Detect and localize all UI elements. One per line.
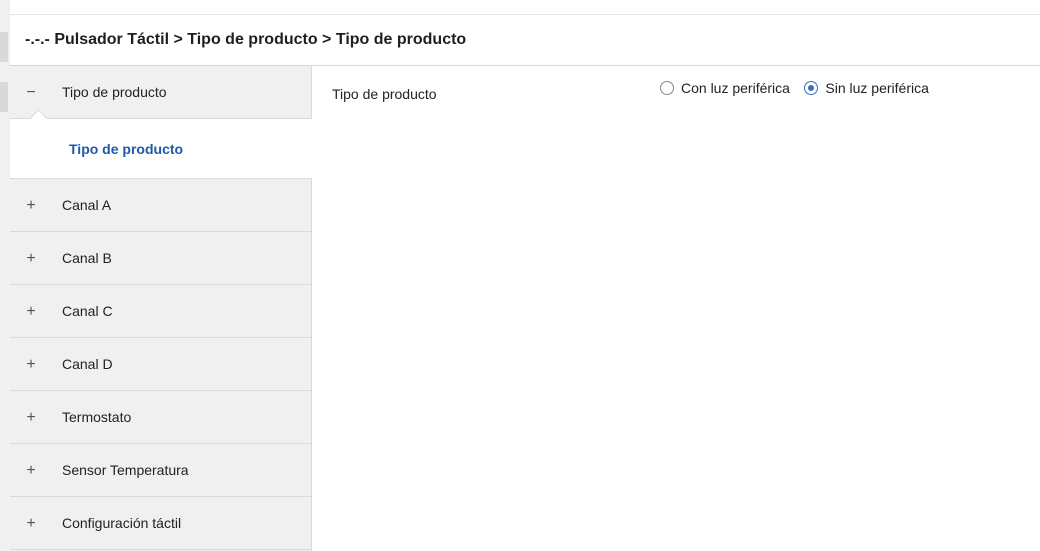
sidebar-item-canal-a[interactable]: + Canal A [10,179,311,232]
parameter-panel: Tipo de producto Con luz periférica Sin … [312,66,1040,551]
radio-checked-icon[interactable] [804,81,819,95]
sidebar-item-label: Configuración táctil [62,515,182,531]
expand-icon[interactable]: + [24,232,38,285]
sidebar-subitem-label: Tipo de producto [69,141,184,157]
sidebar-item-label: Termostato [62,409,132,425]
sidebar-item-configuracion-tactil[interactable]: + Configuración táctil [10,497,311,550]
expand-icon[interactable]: + [24,285,38,338]
radio-label: Con luz periférica [681,80,790,96]
edge-notch [0,32,8,62]
radio-sin-luz-periferica[interactable]: Sin luz periférica [804,80,929,96]
sidebar-item-canal-b[interactable]: + Canal B [10,232,311,285]
sidebar-item-label: Sensor Temperatura [62,462,189,478]
sidebar-item-label: Canal D [62,356,113,372]
sidebar: − Tipo de producto Tipo de producto + Ca… [10,66,312,551]
sidebar-item-canal-c[interactable]: + Canal C [10,285,311,338]
breadcrumb-title: -.-.- Pulsador Táctil > Tipo de producto… [25,31,467,48]
sidebar-subitem-tipo-de-producto[interactable]: Tipo de producto [10,119,312,179]
expand-icon[interactable]: + [24,179,38,232]
sidebar-item-label: Canal B [62,250,112,266]
left-edge-bar [0,0,10,551]
sidebar-item-tipo-de-producto[interactable]: − Tipo de producto [10,66,311,128]
expand-icon[interactable]: + [24,391,38,444]
edge-notch [0,82,8,112]
sidebar-item-canal-d[interactable]: + Canal D [10,338,311,391]
expand-icon[interactable]: + [24,497,38,550]
radio-label: Sin luz periférica [825,80,929,96]
parameter-window: -.-.- Pulsador Táctil > Tipo de producto… [10,14,1040,551]
product-type-radio-group: Con luz periférica Sin luz periférica [660,80,939,102]
sidebar-item-label: Canal C [62,303,113,319]
param-label-tipo-de-producto: Tipo de producto [332,86,437,102]
radio-con-luz-periferica[interactable]: Con luz periférica [660,80,790,96]
sidebar-item-sensor-temperatura[interactable]: + Sensor Temperatura [10,444,311,497]
header-bar: -.-.- Pulsador Táctil > Tipo de producto… [10,14,1040,66]
sidebar-item-label: Canal A [62,197,112,213]
expand-icon[interactable]: + [24,444,38,497]
radio-unchecked-icon[interactable] [660,81,674,95]
expand-icon[interactable]: + [24,338,38,391]
sidebar-item-label: Tipo de producto [62,84,167,100]
sidebar-item-termostato[interactable]: + Termostato [10,391,311,444]
